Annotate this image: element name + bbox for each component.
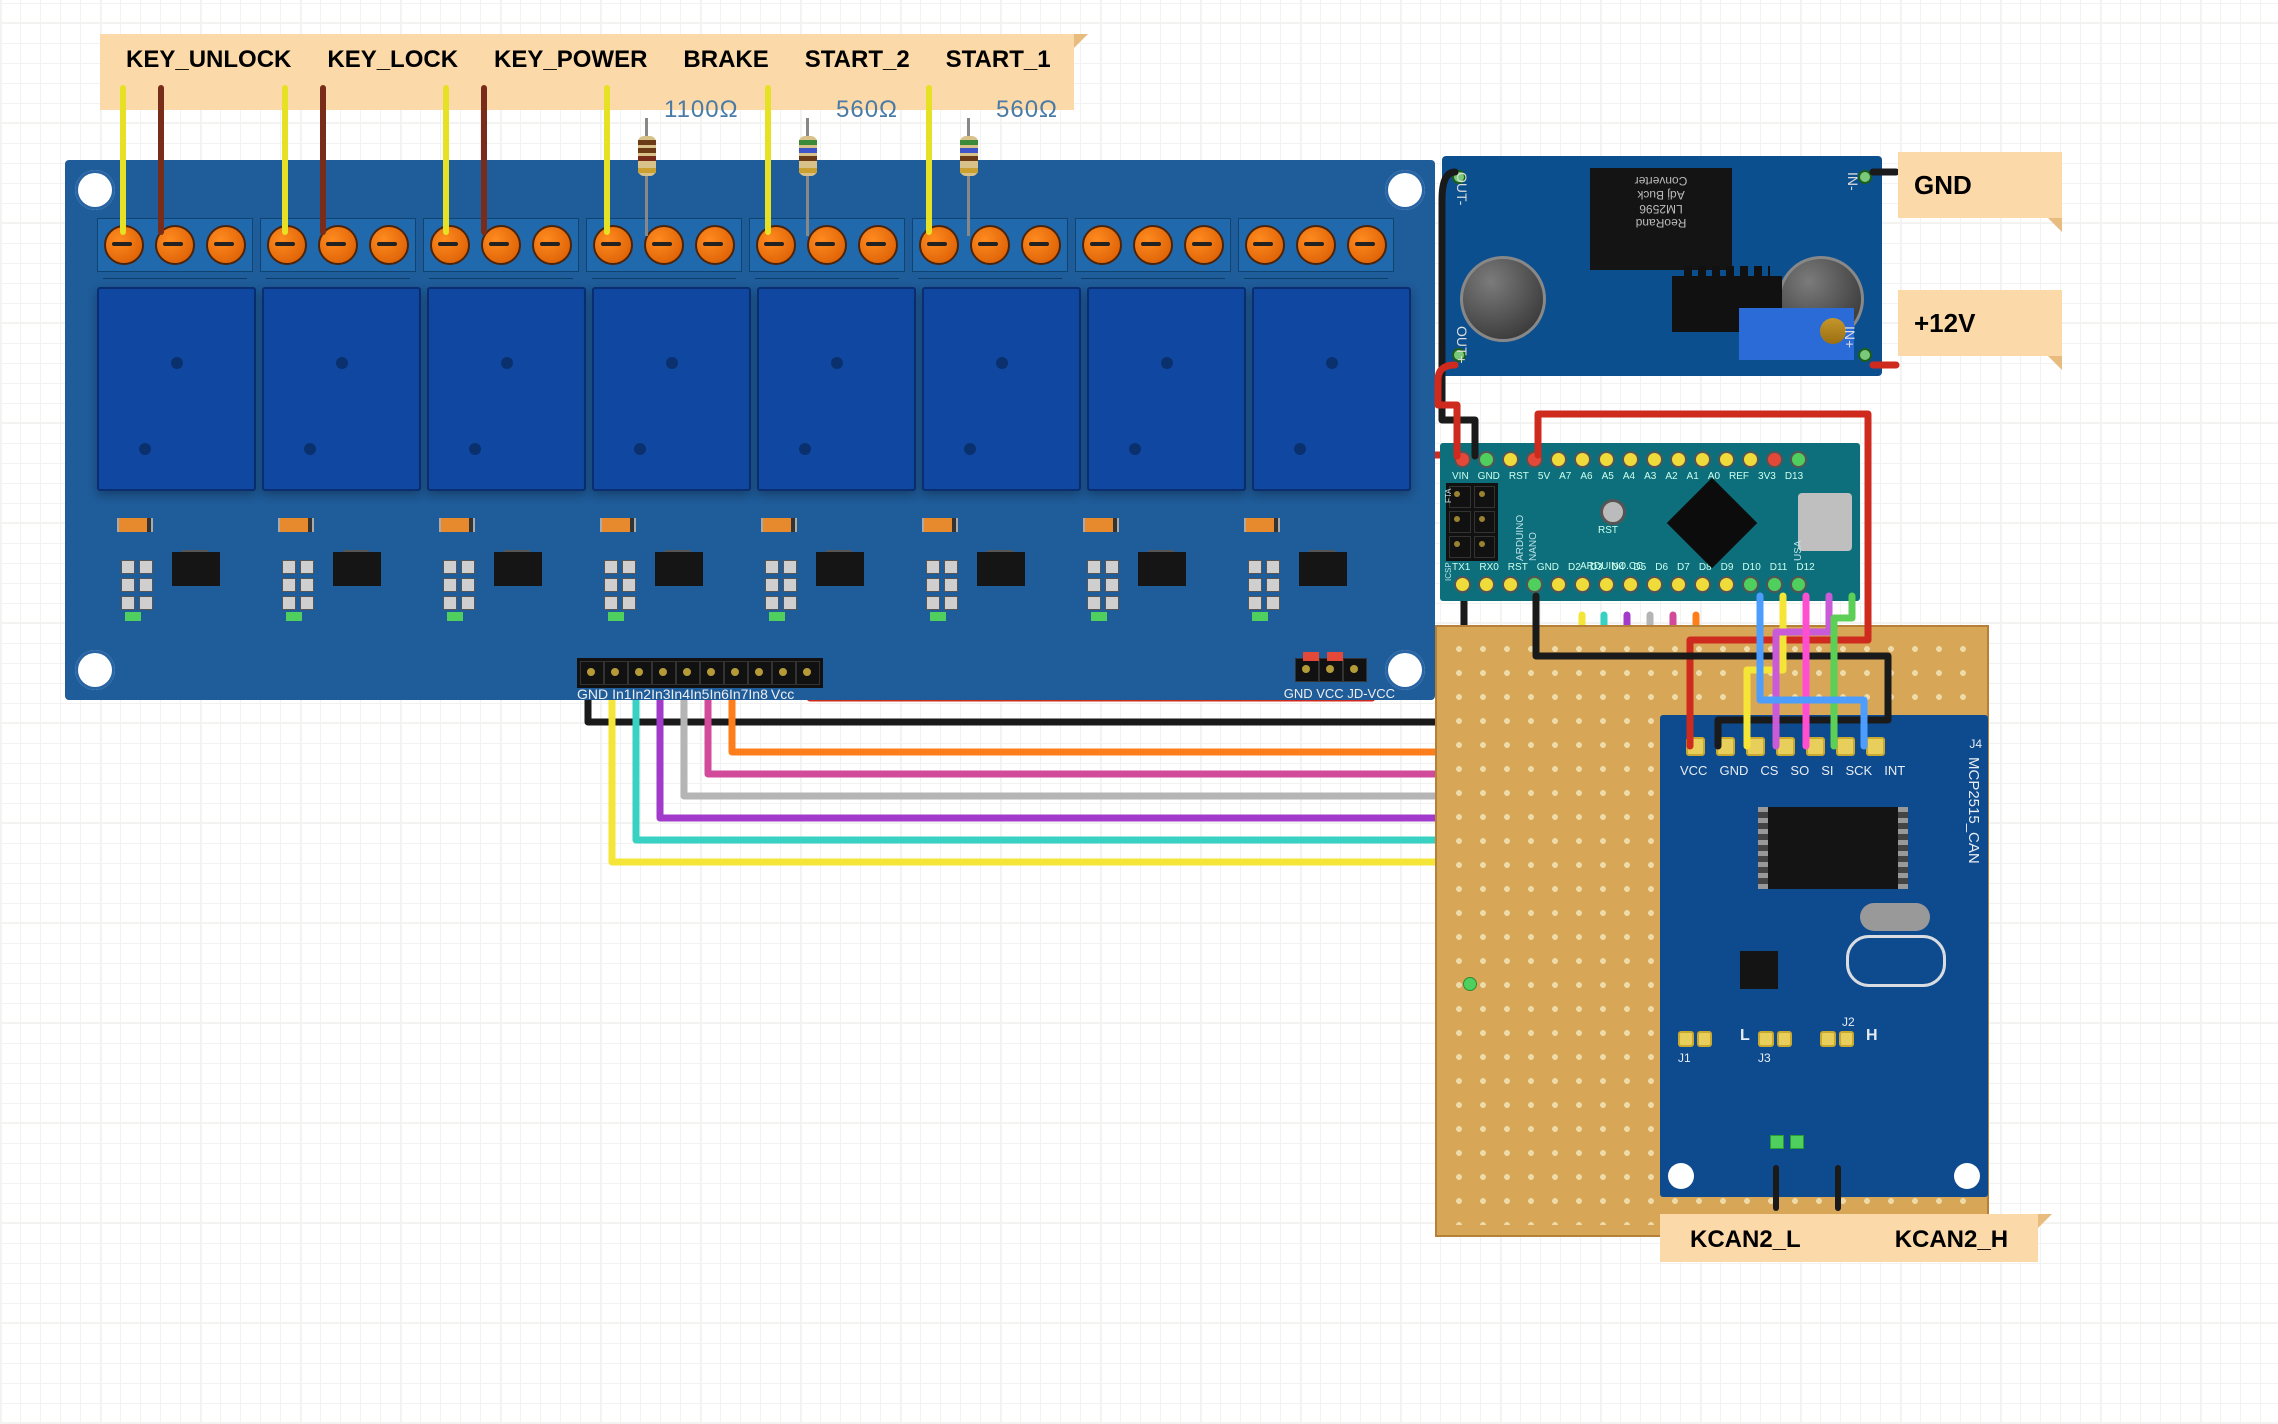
arduino-nano: VINGNDRST5VA7A6A5A4A3A2A1A0REF3V3D13 TX1… (1440, 443, 1860, 601)
resistor-start2 (803, 118, 813, 196)
buck-in-neg-label: IN- (1845, 172, 1861, 191)
relay-power-pin-labels: GND VCC JD-VCC (1284, 686, 1395, 701)
buck-out-neg-label: OUT- (1454, 172, 1470, 205)
can-pin-labels: VCCGNDCSSOSISCKINT (1680, 763, 1905, 778)
relay-module-8ch: GNDIn1In2In3In4In5In6In7In8Vcc GND VCC J… (65, 160, 1435, 700)
canvas[interactable]: { "signal_labels": ["KEY_UNLOCK","KEY_LO… (0, 0, 2278, 1424)
can-jumper-j2 (1820, 1031, 1854, 1047)
relay-power-header (1295, 658, 1367, 682)
resistor-start1 (964, 118, 974, 196)
kcan-flag: KCAN2_LKCAN2_H (1660, 1214, 2038, 1262)
resistor-start2-value: 560Ω (836, 96, 898, 124)
can-silk-outline (1846, 935, 1946, 987)
can-header (1686, 737, 1885, 756)
relay-control-pin-labels: GNDIn1In2In3In4In5In6In7In8Vcc (577, 686, 794, 702)
nano-reset-button[interactable] (1600, 499, 1626, 525)
mcp2515-can-module: VCCGNDCSSOSISCKINT J4 J1 J3 J2 L H MCP25… (1660, 715, 1988, 1197)
buck-out-pos-label: OUT+ (1454, 326, 1470, 364)
buck-converter-lm2596: ReoRandLM2596Adj BuckConverter OUT- IN- … (1442, 156, 1882, 376)
relay-screw-terminals (97, 218, 1394, 272)
resistor-start1-value: 560Ω (996, 96, 1058, 124)
can-title: MCP2515_CAN (1965, 757, 1982, 864)
buck-chip: ReoRandLM2596Adj BuckConverter (1590, 168, 1732, 270)
can-jumper-j1 (1678, 1031, 1712, 1047)
proto-led (1463, 977, 1477, 991)
relay-control-header (577, 658, 823, 688)
can-jumper-j3 (1758, 1031, 1792, 1047)
resistor-brake (642, 118, 652, 196)
gnd-flag: GND (1898, 152, 2062, 218)
resistor-brake-value: 1100Ω (664, 96, 739, 124)
v12-flag: +12V (1898, 290, 2062, 356)
buck-in-pos-label: IN+ (1842, 326, 1858, 348)
nano-top-pin-labels: VINGNDRST5VA7A6A5A4A3A2A1A0REF3V3D13 (1452, 471, 1803, 482)
